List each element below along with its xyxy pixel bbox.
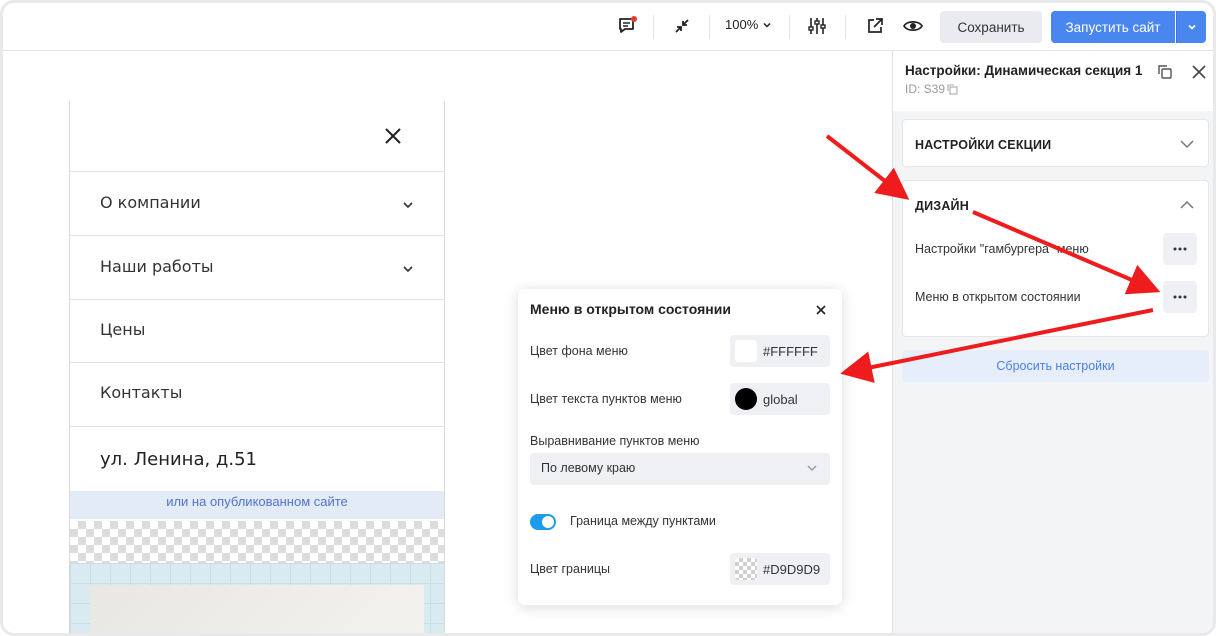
zoom-select[interactable]: 100% xyxy=(725,17,772,32)
menu-item-about[interactable]: О компании xyxy=(70,171,444,235)
text-color-label: Цвет текста пунктов меню xyxy=(530,392,682,406)
duplicate-icon[interactable] xyxy=(1157,64,1173,85)
border-color-field[interactable]: #D9D9D9 xyxy=(730,553,830,585)
menu-open-state-popup: Меню в открытом состоянии Цвет фона меню… xyxy=(518,289,842,605)
toolbar-divider xyxy=(789,15,790,39)
more-icon xyxy=(1173,295,1187,299)
menu-item-label: Контакты xyxy=(100,383,183,402)
popup-title: Меню в открытом состоянии xyxy=(530,301,731,317)
panel-title: Настройки: Динамическая секция 1 xyxy=(905,63,1143,78)
open-menu-settings-button[interactable] xyxy=(1163,281,1197,313)
accordion-title[interactable]: ДИЗАЙН xyxy=(915,199,969,213)
settings-sliders-icon[interactable] xyxy=(804,13,830,39)
design-accordion: ДИЗАЙН Настройки "гамбургера" меню Меню … xyxy=(902,180,1209,337)
close-icon[interactable] xyxy=(1191,64,1207,85)
menu-item-prices[interactable]: Цены xyxy=(70,299,444,362)
chevron-down-icon xyxy=(403,266,413,273)
toolbar-divider xyxy=(709,15,710,39)
comment-icon[interactable] xyxy=(614,13,640,39)
mobile-preview: О компании Наши работы Цены Контакты ул.… xyxy=(69,101,445,633)
border-color-label: Цвет границы xyxy=(530,562,610,576)
app-window: 100% Сохранить Запустить сайт О компании… xyxy=(0,0,1216,636)
hamburger-settings-button[interactable] xyxy=(1163,233,1197,265)
reset-settings-button[interactable]: Сбросить настройки xyxy=(902,350,1209,382)
menu-item-works[interactable]: Наши работы xyxy=(70,235,444,299)
section-settings-accordion[interactable]: НАСТРОЙКИ СЕКЦИИ xyxy=(902,119,1209,167)
border-toggle-label: Граница между пунктами xyxy=(570,514,716,528)
chevron-up-icon[interactable] xyxy=(1180,200,1194,210)
more-icon xyxy=(1173,247,1187,251)
eye-icon[interactable] xyxy=(900,13,926,39)
border-toggle[interactable] xyxy=(530,514,556,530)
address-text: ул. Ленина, д.51 xyxy=(100,449,257,470)
color-swatch xyxy=(735,340,757,362)
notification-dot xyxy=(631,16,637,22)
accordion-title: НАСТРОЙКИ СЕКЦИИ xyxy=(915,138,1052,152)
hint-text: или на опубликованном сайте xyxy=(166,494,348,509)
launch-site-button[interactable]: Запустить сайт xyxy=(1051,11,1175,43)
bg-color-value: #FFFFFF xyxy=(763,343,818,359)
color-swatch xyxy=(735,388,757,410)
text-color-value: global xyxy=(763,391,798,407)
collapse-icon[interactable] xyxy=(669,13,695,39)
menu-item-contacts[interactable]: Контакты xyxy=(70,362,444,426)
align-select[interactable]: По левому краю xyxy=(530,453,830,485)
text-color-field[interactable]: global xyxy=(730,383,830,415)
section-id: ID: S39 xyxy=(905,82,958,96)
bg-color-label: Цвет фона меню xyxy=(530,344,628,358)
toggle-knob xyxy=(542,516,554,528)
chevron-down-icon xyxy=(1187,24,1196,30)
chevron-down-icon xyxy=(1180,140,1194,149)
launch-options-button[interactable] xyxy=(1176,11,1206,43)
border-color-value: #D9D9D9 xyxy=(763,561,821,577)
menu-item-label: Наши работы xyxy=(100,257,214,276)
image-block xyxy=(90,585,424,633)
transparent-background xyxy=(70,521,444,563)
close-icon[interactable] xyxy=(814,303,828,317)
save-button[interactable]: Сохранить xyxy=(940,11,1042,43)
chevron-down-icon xyxy=(807,465,817,471)
section-id-text: ID: S39 xyxy=(905,82,946,96)
chevron-down-icon xyxy=(763,22,771,28)
toolbar-divider xyxy=(845,15,846,39)
close-menu-icon[interactable] xyxy=(382,125,404,147)
hint-strip: или на опубликованном сайте xyxy=(70,491,444,519)
panel-header: Настройки: Динамическая секция 1 ID: S39 xyxy=(893,51,1213,111)
menu-item-label: О компании xyxy=(100,193,201,212)
settings-panel: Настройки: Динамическая секция 1 ID: S39… xyxy=(892,51,1213,633)
open-menu-label: Меню в открытом состоянии xyxy=(915,290,1081,304)
align-label: Выравнивание пунктов меню xyxy=(530,434,700,448)
toolbar-divider xyxy=(653,15,654,39)
copy-icon[interactable] xyxy=(947,83,958,95)
hamburger-settings-label: Настройки "гамбургера" меню xyxy=(915,242,1089,256)
top-toolbar: 100% Сохранить Запустить сайт xyxy=(3,3,1213,51)
color-swatch xyxy=(735,558,757,580)
align-value: По левому краю xyxy=(541,461,636,475)
bg-color-field[interactable]: #FFFFFF xyxy=(730,335,830,367)
zoom-value: 100% xyxy=(725,17,759,32)
menu-item-label: Цены xyxy=(100,320,146,339)
chevron-down-icon xyxy=(403,202,413,209)
external-link-icon[interactable] xyxy=(862,13,888,39)
